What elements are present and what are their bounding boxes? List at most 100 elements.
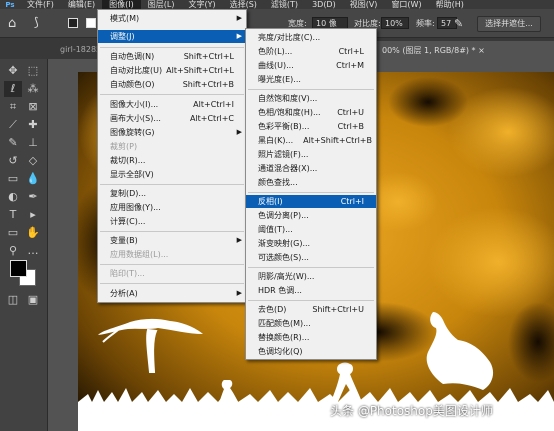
menu-3d[interactable]: 3D(D) (305, 0, 343, 9)
menu-image[interactable]: 图像(I) (102, 0, 141, 9)
menu-type[interactable]: 文字(Y) (181, 0, 222, 9)
menu-divider (100, 264, 244, 265)
zoom-tool-icon[interactable]: ⚲ (4, 243, 22, 259)
screen-mode-icon[interactable]: ▣ (24, 292, 42, 308)
crop-tool-icon[interactable]: ⌗ (4, 99, 22, 115)
menu-divider (100, 47, 244, 48)
menu-item-vibrance[interactable]: 自然饱和度(V)... (246, 92, 376, 105)
pressure-pen-icon[interactable]: ✎ (454, 17, 463, 30)
menu-item-canvas-size[interactable]: 画布大小(S)... Alt+Ctrl+C (98, 112, 246, 125)
menu-help[interactable]: 帮助(H) (429, 0, 471, 9)
menu-divider (248, 300, 374, 301)
menu-item-replace-color[interactable]: 替换颜色(R)... (246, 331, 376, 344)
menu-divider (100, 283, 244, 284)
submenu-arrow-icon: ▶ (236, 236, 242, 244)
eyedropper-tool-icon[interactable]: ⟋ (4, 117, 22, 133)
menu-item-auto-contrast[interactable]: 自动对比度(U) Alt+Shift+Ctrl+L (98, 64, 246, 77)
type-tool-icon[interactable]: T (4, 207, 22, 223)
menu-layer[interactable]: 图层(L) (141, 0, 182, 9)
menu-item-gradient-map[interactable]: 渐变映射(G)... (246, 237, 376, 250)
menu-item-invert[interactable]: 反相(I) Ctrl+I (246, 195, 376, 208)
menu-item-image-rotation[interactable]: 图像旋转(G) ▶ (98, 126, 246, 139)
dodge-tool-icon[interactable]: ◐ (4, 189, 22, 205)
add-selection-icon[interactable] (86, 18, 96, 28)
brush-tool-icon[interactable]: ✎ (4, 135, 22, 151)
menu-item-duplicate[interactable]: 复制(D)... (98, 187, 246, 200)
home-icon[interactable]: ⌂ (8, 16, 24, 31)
menu-item-adjustments[interactable]: 调整(J) ▶ (98, 30, 246, 43)
tab-active-document[interactable]: 00% (图层 1, RGB/8#) * × (376, 41, 554, 59)
menu-item-exposure[interactable]: 曝光度(E)... (246, 73, 376, 86)
menu-item-crop: 裁剪(P) (110, 142, 138, 151)
foreground-color-swatch[interactable] (10, 260, 27, 277)
menu-item-trim[interactable]: 裁切(R)... (98, 154, 246, 167)
healing-tool-icon[interactable]: ✚ (24, 117, 42, 133)
submenu-arrow-icon: ▶ (236, 14, 242, 22)
gradient-tool-icon[interactable]: ▭ (4, 171, 22, 187)
photoshop-logo-icon: Ps (5, 0, 15, 9)
menu-item-analysis[interactable]: 分析(A) ▶ (98, 287, 246, 300)
tools-panel: ✥ ⬚ ℓ ⁂ ⌗ ⊠ ⟋ ✚ ✎ ⊥ ↺ ◇ ▭ 💧 ◐ ✒ T ▸ ▭ ✋ … (0, 59, 48, 431)
menu-divider (100, 184, 244, 185)
menu-item-auto-tone[interactable]: 自动色调(N) Shift+Ctrl+L (98, 50, 246, 63)
submenu-arrow-icon: ▶ (236, 289, 242, 297)
menu-item-levels[interactable]: 色阶(L)... Ctrl+L (246, 45, 376, 58)
adjustments-submenu: 亮度/对比度(C)... 色阶(L)... Ctrl+L 曲线(U)... Ctrl… (245, 28, 377, 360)
menu-item-brightness-contrast[interactable]: 亮度/对比度(C)... (246, 31, 376, 44)
history-brush-tool-icon[interactable]: ↺ (4, 153, 22, 169)
menu-item-selective-color[interactable]: 可选颜色(S)... (246, 251, 376, 264)
more-tools-icon[interactable]: … (24, 243, 42, 259)
contrast-field[interactable]: 10% (381, 17, 409, 29)
magnetic-lasso-icon[interactable]: ⟆ (34, 15, 52, 31)
menu-item-equalize[interactable]: 色调均化(Q) (246, 345, 376, 358)
menu-item-mode[interactable]: 模式(M) ▶ (98, 12, 246, 25)
menu-item-trap: 陷印(T)... (110, 269, 145, 278)
menu-item-posterize[interactable]: 色调分离(P)... (246, 209, 376, 222)
pen-tool-icon[interactable]: ✒ (24, 189, 42, 205)
menu-item-shadows-highlights[interactable]: 阴影/高光(W)... (246, 270, 376, 283)
path-select-tool-icon[interactable]: ▸ (24, 207, 42, 223)
menu-item-black-white[interactable]: 黑白(K)... Alt+Shift+Ctrl+B (246, 134, 376, 147)
frequency-label: 频率: (416, 19, 435, 28)
menu-item-color-balance[interactable]: 色彩平衡(B)... Ctrl+B (246, 120, 376, 133)
new-selection-icon[interactable] (68, 18, 78, 28)
quick-mask-icon[interactable]: ◫ (4, 292, 22, 308)
lasso-tool-icon[interactable]: ℓ (4, 81, 22, 97)
menu-view[interactable]: 视图(V) (343, 0, 385, 9)
submenu-arrow-icon: ▶ (236, 32, 242, 40)
menu-edit[interactable]: 编辑(E) (61, 0, 102, 9)
select-and-mask-button[interactable]: 选择并遮住... (477, 16, 541, 32)
move-tool-icon[interactable]: ✥ (4, 63, 22, 79)
menu-select[interactable]: 选择(S) (223, 0, 264, 9)
watermark-text: 头条 @Photoshop美图设计师 (330, 404, 493, 418)
menu-item-match-color[interactable]: 匹配颜色(M)... (246, 317, 376, 330)
menu-bar: Ps 文件(F) 编辑(E) 图像(I) 图层(L) 文字(Y) 选择(S) 滤… (0, 0, 554, 9)
stamp-tool-icon[interactable]: ⊥ (24, 135, 42, 151)
menu-item-threshold[interactable]: 阈值(T)... (246, 223, 376, 236)
quick-select-tool-icon[interactable]: ⁂ (24, 81, 42, 97)
eraser-tool-icon[interactable]: ◇ (24, 153, 42, 169)
menu-item-auto-color[interactable]: 自动颜色(O) Shift+Ctrl+B (98, 78, 246, 91)
image-menu-dropdown: 模式(M) ▶ 调整(J) ▶ 自动色调(N) Shift+Ctrl+L 自动对比度(… (97, 9, 247, 303)
frame-tool-icon[interactable]: ⊠ (24, 99, 42, 115)
menu-item-calculations[interactable]: 计算(C)... (98, 215, 246, 228)
menu-item-curves[interactable]: 曲线(U)... Ctrl+M (246, 59, 376, 72)
menu-item-photo-filter[interactable]: 照片滤镜(F)... (246, 148, 376, 161)
menu-item-variables[interactable]: 变量(B) ▶ (98, 234, 246, 247)
hand-tool-icon[interactable]: ✋ (24, 225, 42, 241)
menu-item-apply-image[interactable]: 应用图像(Y)... (98, 201, 246, 214)
menu-item-image-size[interactable]: 图像大小(I)... Alt+Ctrl+I (98, 98, 246, 111)
marquee-tool-icon[interactable]: ⬚ (24, 63, 42, 79)
menu-item-color-lookup[interactable]: 颜色查找... (246, 176, 376, 189)
menu-file[interactable]: 文件(F) (20, 0, 61, 9)
menu-window[interactable]: 窗口(W) (384, 0, 428, 9)
menu-filter[interactable]: 滤镜(T) (264, 0, 305, 9)
menu-item-channel-mixer[interactable]: 通道混合器(X)... (246, 162, 376, 175)
menu-item-hdr-toning[interactable]: HDR 色调... (246, 284, 376, 297)
shape-tool-icon[interactable]: ▭ (4, 225, 22, 241)
blur-tool-icon[interactable]: 💧 (24, 171, 42, 187)
menu-item-reveal-all[interactable]: 显示全部(V) (98, 168, 246, 181)
menu-item-desaturate[interactable]: 去色(D) Shift+Ctrl+U (246, 303, 376, 316)
menu-item-hue-saturation[interactable]: 色相/饱和度(H)... Ctrl+U (246, 106, 376, 119)
menu-divider (100, 231, 244, 232)
